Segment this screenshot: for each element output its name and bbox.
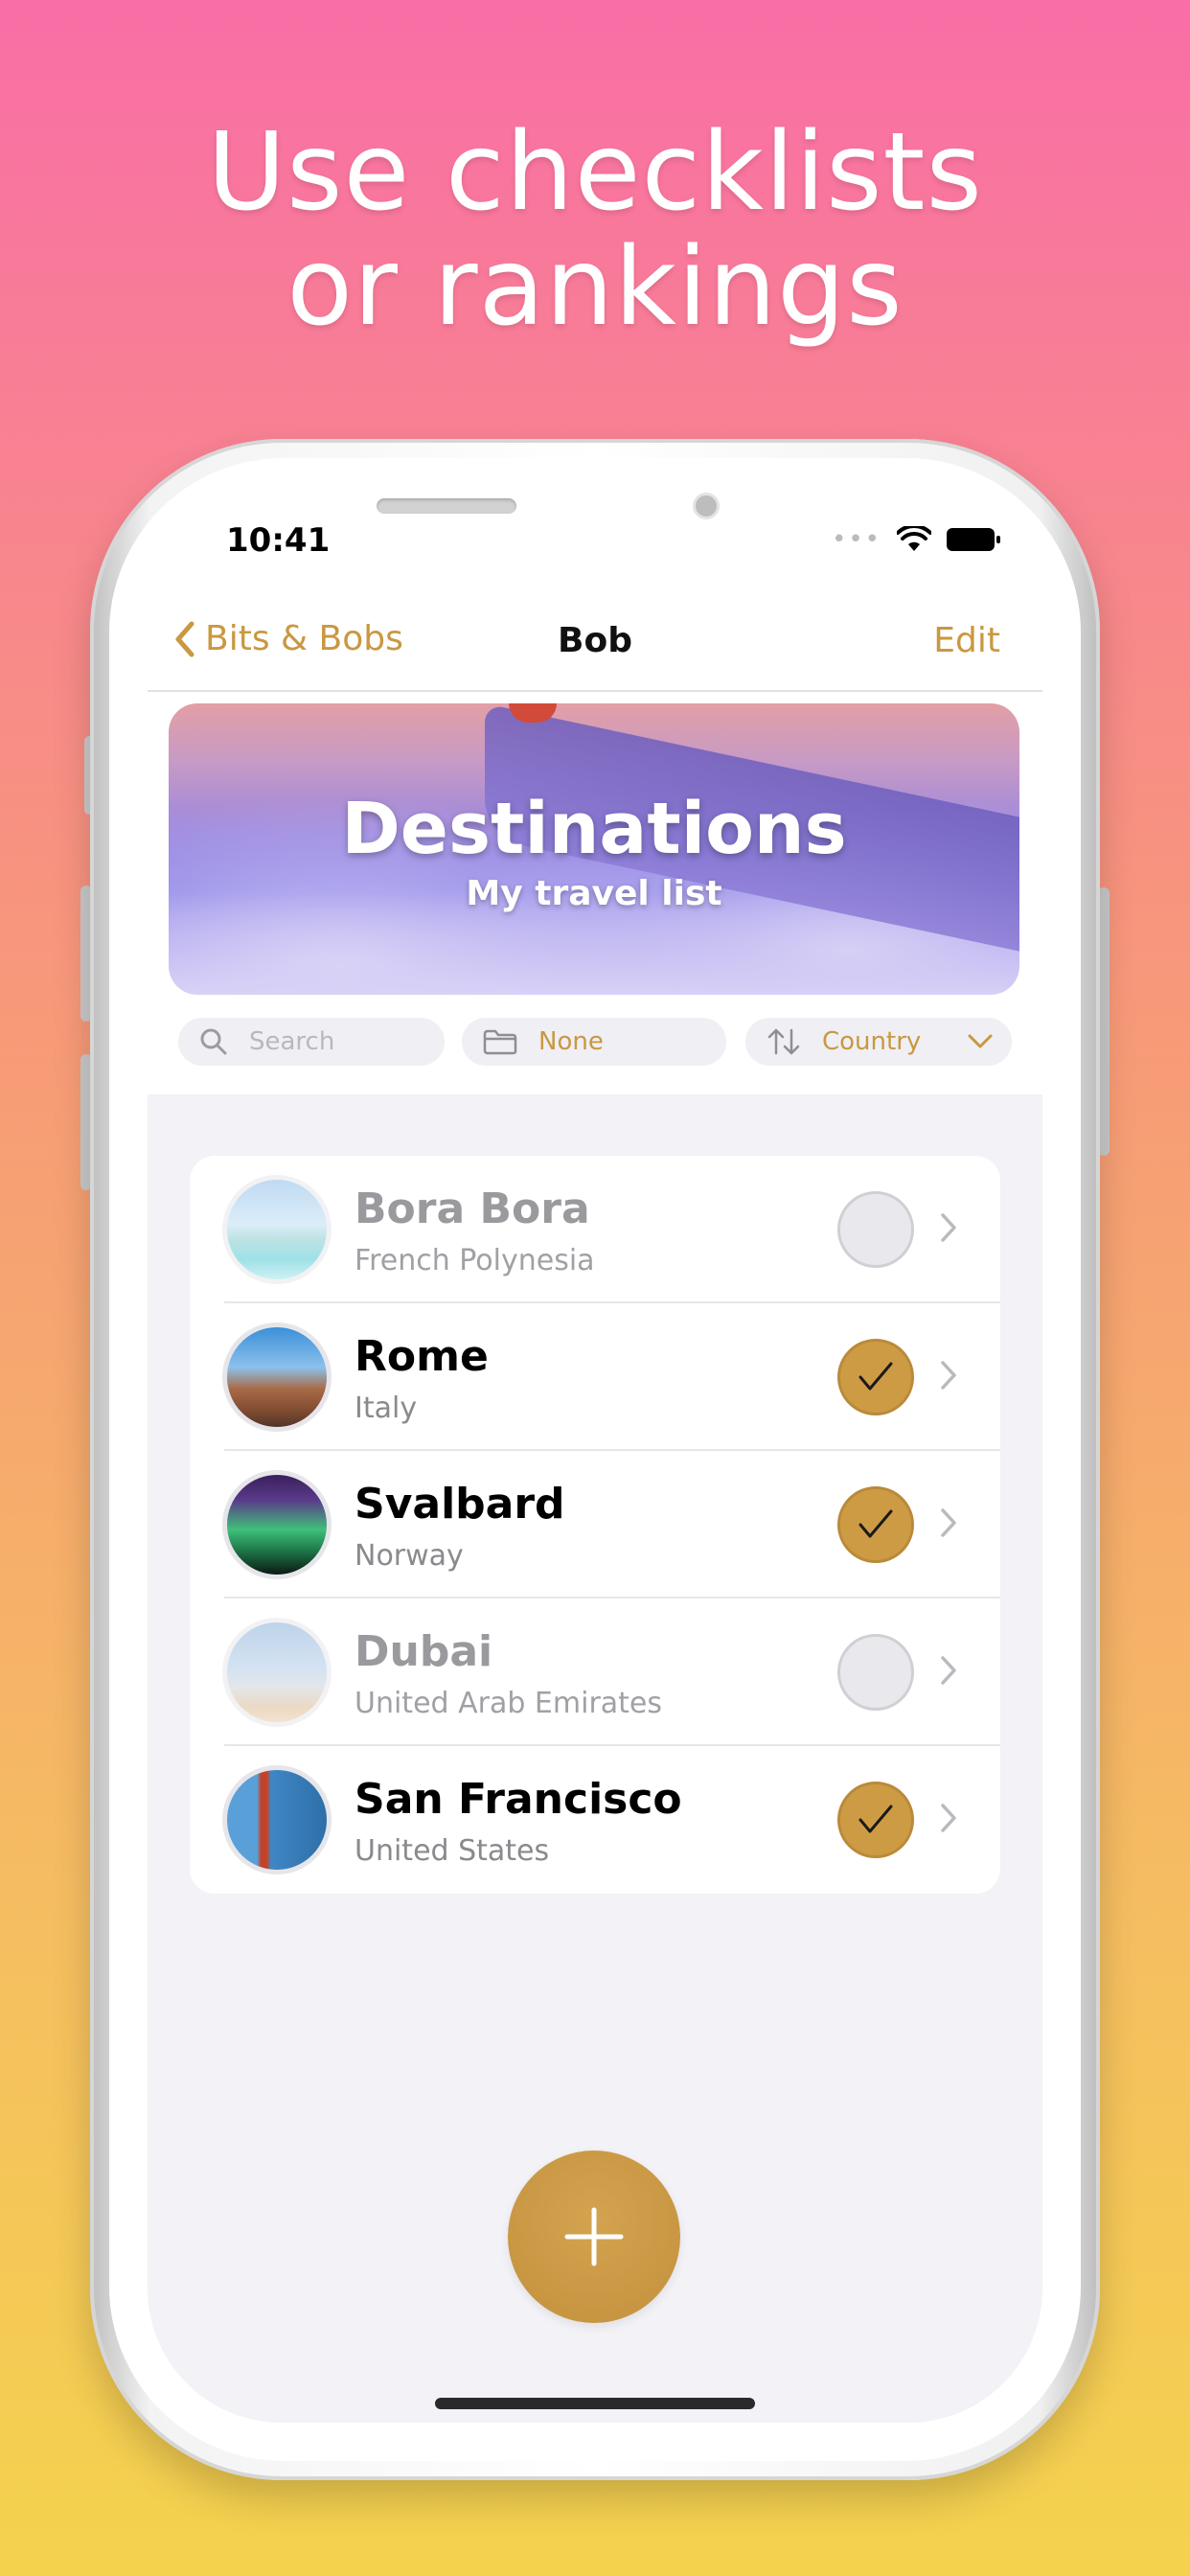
chevron-right-icon: [939, 1654, 958, 1690]
sort-picker-label: Country: [822, 1027, 922, 1056]
search-placeholder: Search: [249, 1027, 335, 1056]
list-item[interactable]: Svalbard Norway: [190, 1451, 1000, 1598]
chevron-right-icon: [939, 1802, 958, 1838]
status-bar: 10:41 ••••: [148, 489, 1042, 594]
aurora-photo-icon: [222, 1470, 332, 1579]
list-item[interactable]: Rome Italy: [190, 1303, 1000, 1451]
list-title: Destinations: [341, 788, 847, 870]
battery-icon: [947, 528, 1000, 551]
status-icons: ••••: [815, 525, 1000, 554]
checkmark-icon: [858, 1362, 893, 1391]
item-name: San Francisco: [355, 1775, 682, 1824]
item-subtitle: Italy: [355, 1392, 418, 1425]
search-icon: [199, 1027, 228, 1056]
search-field[interactable]: Search: [178, 1018, 445, 1066]
folder-icon: [483, 1028, 517, 1055]
chevron-right-icon: [939, 1359, 958, 1395]
status-time: 10:41: [226, 521, 331, 560]
chevron-right-icon: [939, 1506, 958, 1543]
item-name: Rome: [355, 1332, 489, 1381]
headline-line-1: Use checklists: [207, 110, 983, 235]
navigation-bar: Bits & Bobs Bob Edit: [148, 594, 1042, 692]
colosseum-photo-icon: [222, 1322, 332, 1432]
list-item[interactable]: San Francisco United States: [190, 1746, 1000, 1894]
home-indicator[interactable]: [435, 2398, 755, 2409]
group-picker[interactable]: None: [462, 1018, 726, 1066]
item-subtitle: United Arab Emirates: [355, 1687, 663, 1720]
checkmark-icon: [858, 1805, 893, 1833]
add-item-button[interactable]: [508, 2150, 680, 2323]
item-subtitle: Norway: [355, 1539, 464, 1573]
group-picker-label: None: [538, 1027, 604, 1056]
checkbox-checked[interactable]: [837, 1339, 914, 1415]
list-subtitle: My travel list: [466, 874, 722, 913]
chevron-down-icon: [966, 1029, 995, 1061]
item-name: Bora Bora: [355, 1184, 590, 1233]
chevron-right-icon: [939, 1211, 958, 1248]
nav-title: Bob: [558, 621, 632, 660]
list-item[interactable]: Bora Bora French Polynesia: [190, 1156, 1000, 1303]
sort-arrows-icon: [767, 1027, 801, 1056]
edit-button[interactable]: Edit: [933, 621, 1000, 660]
list-item[interactable]: Dubai United Arab Emirates: [190, 1598, 1000, 1746]
beach-photo-icon: [222, 1175, 332, 1284]
headline-line-2: or rankings: [286, 225, 904, 350]
golden-gate-photo-icon: [222, 1765, 332, 1874]
headline: Use checklists or rankings: [0, 115, 1190, 345]
sort-picker[interactable]: Country: [745, 1018, 1012, 1066]
item-name: Dubai: [355, 1627, 493, 1676]
checkbox[interactable]: [837, 1634, 914, 1711]
phone-screen: 10:41 •••• Bits & Bobs Bob Edit Destinat…: [148, 489, 1042, 2423]
item-subtitle: United States: [355, 1834, 550, 1868]
front-camera: [693, 493, 720, 519]
plus-icon: [564, 2207, 624, 2266]
wifi-icon: [897, 526, 931, 551]
list-header-area: Destinations My travel list Search None …: [148, 692, 1042, 1094]
checkbox-checked[interactable]: [837, 1782, 914, 1858]
item-subtitle: French Polynesia: [355, 1244, 595, 1277]
destination-list: Bora Bora French Polynesia Rome Italy Sv…: [190, 1156, 1000, 1894]
item-name: Svalbard: [355, 1480, 565, 1529]
list-banner[interactable]: Destinations My travel list: [169, 703, 1019, 995]
earpiece-speaker: [377, 498, 516, 514]
checkbox-checked[interactable]: [837, 1486, 914, 1563]
skyline-photo-icon: [222, 1618, 332, 1727]
checkmark-icon: [858, 1509, 893, 1538]
checkbox[interactable]: [837, 1191, 914, 1268]
